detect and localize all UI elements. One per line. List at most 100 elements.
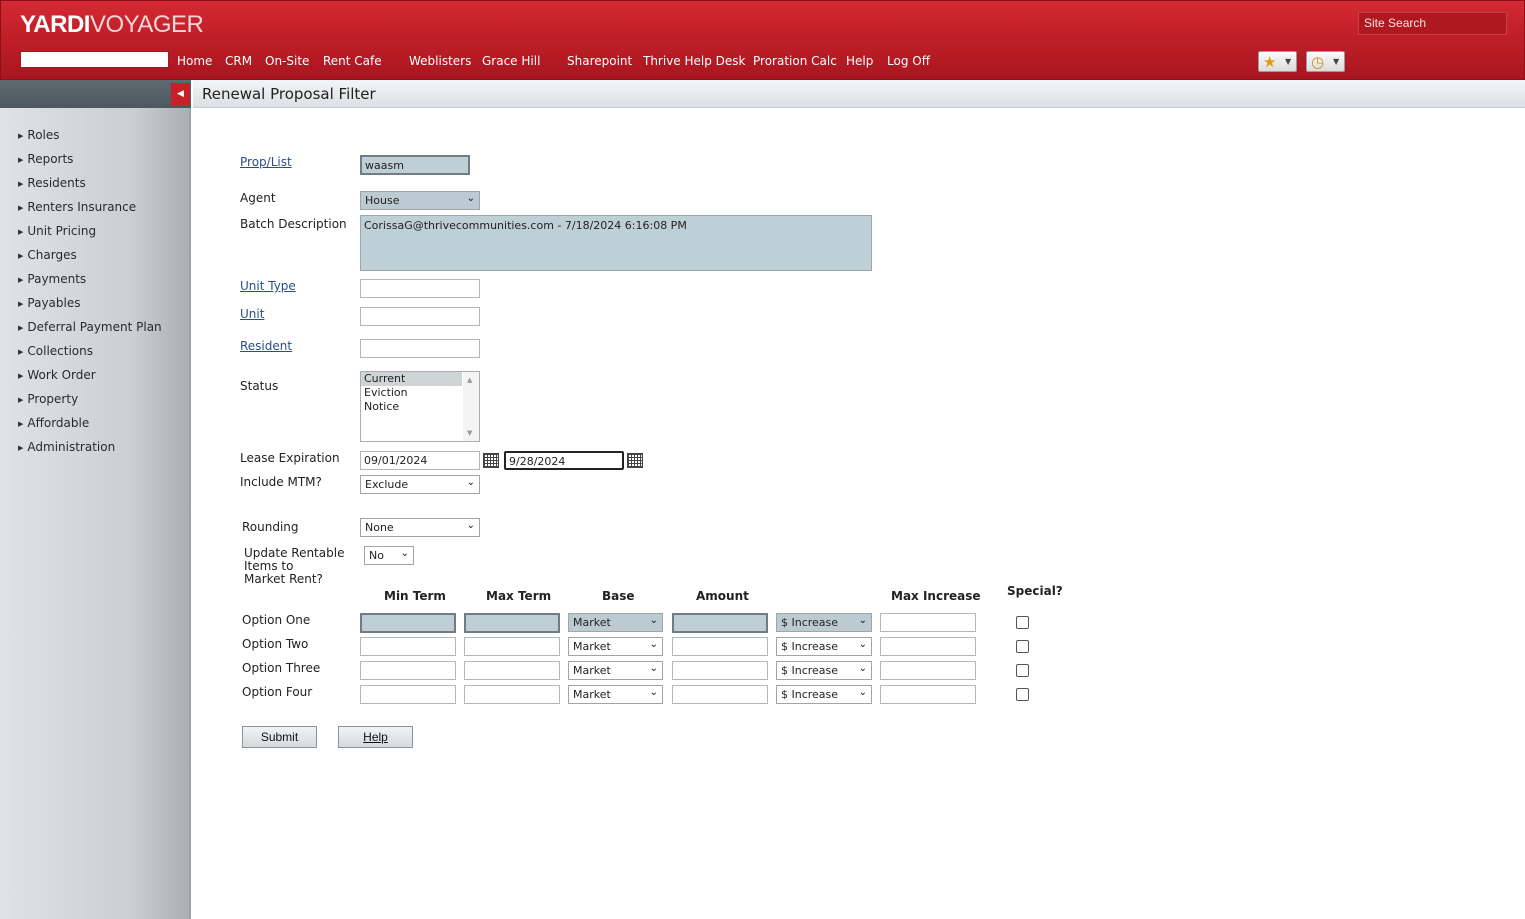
calendar-icon[interactable] (627, 453, 643, 468)
max-increase-input[interactable] (880, 637, 976, 656)
resident-link[interactable]: Resident (240, 339, 292, 353)
sidebar-item-deferral-payment-plan[interactable]: ▶ Deferral Payment Plan (18, 320, 162, 334)
base-select[interactable]: Market ⌄ (568, 661, 663, 680)
special-checkbox[interactable] (1016, 688, 1029, 701)
bullet-arrow-icon: ▶ (18, 180, 24, 188)
base-select[interactable]: Market ⌄ (568, 637, 663, 656)
submit-button[interactable]: Submit (242, 726, 317, 748)
prop-list-link[interactable]: Prop/List (240, 155, 292, 169)
sidebar-item-charges[interactable]: ▶ Charges (18, 248, 77, 262)
chevron-down-icon: ⌄ (858, 639, 867, 650)
lease-expiration-from-input[interactable]: 09/01/2024 (360, 451, 480, 470)
bullet-arrow-icon: ▶ (18, 300, 24, 308)
scroll-down-icon[interactable]: ▼ (467, 429, 472, 437)
help-button[interactable]: Help (338, 726, 413, 748)
favorites-button[interactable]: ★ ▼ (1258, 51, 1297, 72)
sidebar: ◀ ▶ Roles ▶ Reports ▶ Residents ▶ Renters In… (0, 80, 191, 919)
max-term-input[interactable] (464, 661, 560, 680)
sidebar-item-residents[interactable]: ▶ Residents (18, 176, 86, 190)
status-option-notice[interactable]: Notice (361, 400, 462, 414)
special-checkbox[interactable] (1016, 616, 1029, 629)
sidebar-item-collections[interactable]: ▶ Collections (18, 344, 93, 358)
status-listbox[interactable]: Current Eviction Notice ▲ ▼ (360, 371, 480, 442)
unit-type-link[interactable]: Unit Type (240, 279, 296, 293)
collapse-sidebar-button[interactable]: ◀ (171, 83, 190, 106)
col-max-increase: Max Increase (891, 589, 981, 603)
max-increase-input[interactable] (880, 685, 976, 704)
caret-down-icon: ▼ (1333, 57, 1340, 66)
scroll-up-icon[interactable]: ▲ (467, 376, 472, 384)
sidebar-item-payments[interactable]: ▶ Payments (18, 272, 86, 286)
bullet-arrow-icon: ▶ (18, 420, 24, 428)
nav-proration-calc[interactable]: Proration Calc (753, 54, 837, 68)
sidebar-item-renters-insurance[interactable]: ▶ Renters Insurance (18, 200, 136, 214)
unit-link[interactable]: Unit (240, 307, 264, 321)
resident-input[interactable] (360, 339, 480, 358)
sidebar-item-payables[interactable]: ▶ Payables (18, 296, 80, 310)
amount-input[interactable] (672, 685, 768, 704)
amount-input[interactable] (672, 613, 768, 633)
increase-type-select[interactable]: $ Increase ⌄ (776, 661, 872, 680)
amount-input[interactable] (672, 661, 768, 680)
sidebar-item-property[interactable]: ▶ Property (18, 392, 78, 406)
min-term-input[interactable] (360, 685, 456, 704)
nav-log-off[interactable]: Log Off (887, 54, 930, 68)
nav-home[interactable]: Home (177, 54, 212, 68)
sidebar-item-unit-pricing[interactable]: ▶ Unit Pricing (18, 224, 96, 238)
nav-on-site[interactable]: On-Site (265, 54, 309, 68)
sidebar-item-roles[interactable]: ▶ Roles (18, 128, 60, 142)
bullet-arrow-icon: ▶ (18, 156, 24, 164)
max-increase-input[interactable] (880, 661, 976, 680)
nav-sharepoint[interactable]: Sharepoint (567, 54, 632, 68)
prop-list-input[interactable]: waasm (360, 155, 470, 175)
clock-icon: ◷ (1311, 53, 1325, 71)
header-search-input[interactable] (20, 51, 169, 68)
max-increase-input[interactable] (880, 613, 976, 632)
batch-description-textarea[interactable]: CorissaG@thrivecommunities.com - 7/18/20… (360, 215, 872, 271)
status-scrollbar[interactable]: ▲ ▼ (463, 372, 479, 441)
increase-type-select[interactable]: $ Increase ⌄ (776, 685, 872, 704)
nav-help[interactable]: Help (846, 54, 873, 68)
nav-rent-cafe[interactable]: Rent Cafe (323, 54, 382, 68)
calendar-icon[interactable] (483, 453, 499, 468)
base-select[interactable]: Market ⌄ (568, 685, 663, 704)
site-search-input[interactable]: Site Search (1358, 12, 1507, 35)
special-checkbox[interactable] (1016, 664, 1029, 677)
nav-thrive-help-desk[interactable]: Thrive Help Desk (643, 54, 746, 68)
nav-crm[interactable]: CRM (225, 54, 252, 68)
agent-select[interactable]: House ⌄ (360, 191, 480, 210)
status-option-current[interactable]: Current (361, 372, 462, 386)
unit-type-input[interactable] (360, 279, 480, 298)
sidebar-item-affordable[interactable]: ▶ Affordable (18, 416, 89, 430)
chevron-down-icon: ⌄ (400, 548, 409, 559)
sidebar-item-label: Roles (27, 128, 60, 142)
increase-type-select[interactable]: $ Increase ⌄ (776, 637, 872, 656)
sidebar-item-reports[interactable]: ▶ Reports (18, 152, 73, 166)
rounding-select[interactable]: None ⌄ (360, 518, 480, 537)
max-term-input[interactable] (464, 613, 560, 633)
bullet-arrow-icon: ▶ (18, 444, 24, 452)
nav-weblisters[interactable]: Weblisters (409, 54, 471, 68)
increase-type-select[interactable]: $ Increase ⌄ (776, 613, 872, 632)
lease-expiration-to-input[interactable]: 9/28/2024 (504, 451, 624, 470)
special-checkbox[interactable] (1016, 640, 1029, 653)
history-button[interactable]: ◷ ▼ (1306, 51, 1345, 72)
min-term-input[interactable] (360, 661, 456, 680)
chevron-down-icon: ⌄ (466, 477, 475, 488)
sidebar-item-label: Payables (27, 296, 81, 310)
status-option-eviction[interactable]: Eviction (361, 386, 462, 400)
min-term-input[interactable] (360, 637, 456, 656)
chevron-down-icon: ⌄ (466, 193, 475, 204)
sidebar-item-work-order[interactable]: ▶ Work Order (18, 368, 96, 382)
max-term-input[interactable] (464, 637, 560, 656)
max-term-input[interactable] (464, 685, 560, 704)
amount-input[interactable] (672, 637, 768, 656)
sidebar-item-administration[interactable]: ▶ Administration (18, 440, 115, 454)
include-mtm-select[interactable]: Exclude ⌄ (360, 475, 480, 494)
unit-input[interactable] (360, 307, 480, 326)
base-select[interactable]: Market ⌄ (568, 613, 663, 632)
sidebar-header: ◀ (0, 80, 191, 108)
update-rentable-select[interactable]: No ⌄ (364, 546, 414, 565)
min-term-input[interactable] (360, 613, 456, 633)
nav-grace-hill[interactable]: Grace Hill (482, 54, 540, 68)
